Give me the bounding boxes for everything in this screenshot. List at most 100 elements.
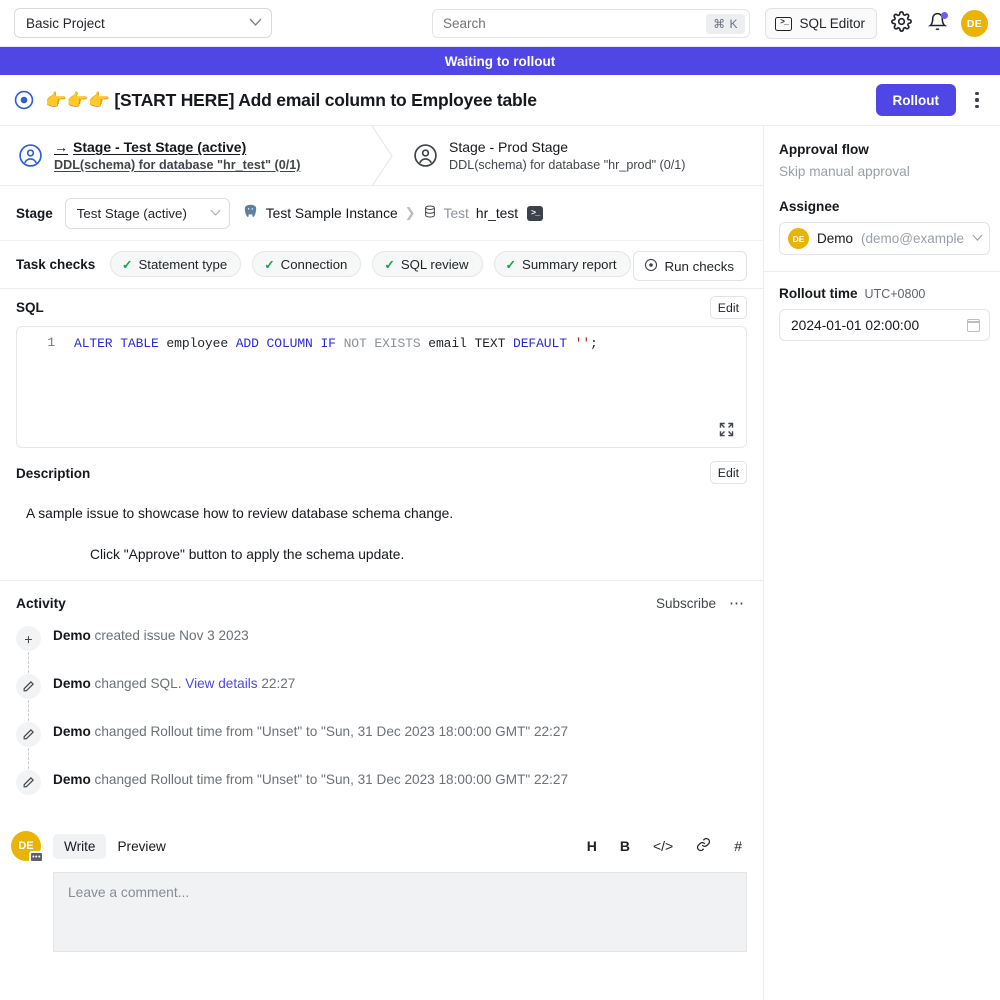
instance-name[interactable]: Test Sample Instance	[266, 206, 398, 221]
search-input[interactable]	[443, 16, 706, 31]
task-check-chip[interactable]: ✓ SQL review	[372, 251, 482, 277]
sql-edit-button[interactable]: Edit	[710, 296, 747, 319]
search-bar[interactable]: ⌘ K	[432, 9, 750, 38]
comment-input[interactable]: Leave a comment...	[53, 872, 747, 952]
task-check-chip[interactable]: ✓ Statement type	[110, 251, 241, 277]
terminal-icon: >_	[775, 17, 792, 31]
stage-step-test-title: Stage - Test Stage (active)	[73, 139, 246, 155]
tab-write[interactable]: Write	[53, 834, 106, 859]
notifications-button[interactable]	[925, 12, 949, 36]
subscribe-button[interactable]: Subscribe	[656, 596, 716, 611]
db-name-label[interactable]: hr_test	[476, 206, 518, 221]
issue-status-icon	[13, 89, 35, 111]
top-bar: Basic Project ⌘ K >_ SQL Editor	[0, 0, 1000, 47]
activity-actor: Demo	[53, 676, 91, 691]
main-column: → Stage - Test Stage (active) DDL(schema…	[0, 126, 764, 1000]
top-bar-actions: >_ SQL Editor	[765, 8, 988, 39]
expand-icon[interactable]	[718, 421, 735, 438]
stage-step-test-line2: DDL(schema) for database "hr_test" (0/1)	[54, 158, 300, 172]
activity-more-icon[interactable]: ⋯	[729, 594, 745, 612]
activity-item: Demo changed SQL. View details 22:27	[16, 673, 747, 721]
details-sidebar: Approval flow Skip manual approval Assig…	[764, 126, 1000, 1000]
task-check-chip[interactable]: ✓ Connection	[252, 251, 361, 277]
activity-detail: changed SQL.	[91, 676, 185, 691]
run-checks-button[interactable]: Run checks	[633, 251, 747, 281]
rollout-time-timezone: UTC+0800	[865, 287, 926, 301]
notification-badge-dot	[941, 12, 948, 19]
more-options-icon[interactable]	[966, 88, 988, 112]
activity-title: Activity	[16, 596, 66, 611]
stage-step-test-text: → Stage - Test Stage (active) DDL(schema…	[54, 139, 300, 172]
run-checks-label: Run checks	[665, 259, 734, 274]
stage-step-test[interactable]: → Stage - Test Stage (active) DDL(schema…	[0, 126, 382, 185]
stage-select[interactable]: Test Stage (active)	[65, 198, 230, 229]
terminal-icon[interactable]: >_	[527, 206, 543, 221]
assignee-select[interactable]: DE Demo (demo@example	[779, 222, 990, 255]
rollout-time-header: Rollout time UTC+0800	[764, 272, 1000, 301]
db-environment-label: Test	[444, 206, 469, 221]
stage-label: Stage	[16, 206, 53, 221]
arrow-right-icon: →	[54, 139, 68, 155]
sql-editor-button[interactable]: >_ SQL Editor	[765, 8, 877, 39]
sql-section-header: SQL Edit	[0, 289, 763, 326]
approval-flow-label: Approval flow	[779, 142, 990, 157]
task-checks-chips: ✓ Statement type ✓ Connection ✓ SQL revi…	[110, 251, 631, 277]
comment-composer: DE ••• Write Preview H B </>	[0, 817, 763, 952]
gear-icon	[891, 11, 912, 37]
sql-token: email TEXT	[428, 336, 513, 351]
rollout-time-input[interactable]: 2024-01-01 02:00:00	[779, 309, 990, 341]
instance-breadcrumb: Test Sample Instance ❯ Test hr_test >_	[242, 203, 543, 223]
rollout-button[interactable]: Rollout	[876, 84, 957, 116]
sql-code-block[interactable]: 1 ALTER TABLE employee ADD COLUMN IF NOT…	[16, 326, 747, 448]
description-paragraph: A sample issue to showcase how to review…	[26, 506, 747, 521]
pencil-icon	[16, 770, 41, 795]
stage-step-prod-line2: DDL(schema) for database "hr_prod" (0/1)	[449, 158, 685, 172]
code-icon[interactable]: </>	[653, 838, 673, 854]
sql-token: ALTER TABLE	[74, 336, 166, 351]
activity-detail: created issue Nov 3 2023	[91, 628, 249, 643]
bold-icon[interactable]: B	[620, 838, 630, 854]
body: → Stage - Test Stage (active) DDL(schema…	[0, 126, 1000, 1000]
app-root: Basic Project ⌘ K >_ SQL Editor	[0, 0, 1000, 1000]
project-selector[interactable]: Basic Project	[14, 8, 272, 38]
tab-preview[interactable]: Preview	[106, 834, 176, 859]
search-shortcut-badge: ⌘ K	[706, 14, 745, 34]
project-selector-label: Basic Project	[26, 16, 105, 31]
stage-step-prod[interactable]: Stage - Prod Stage DDL(schema) for datab…	[382, 126, 763, 185]
assignee-name: Demo	[817, 231, 853, 246]
line-number: 1	[17, 336, 55, 351]
activity-list: + Demo created issue Nov 3 2023 Demo cha	[0, 625, 763, 817]
view-details-link[interactable]: View details	[185, 676, 257, 691]
task-check-chip[interactable]: ✓ Summary report	[494, 251, 631, 277]
activity-actor: Demo	[53, 628, 91, 643]
plus-icon: +	[16, 626, 41, 651]
stage-selector-row: Stage Test Stage (active) Test Sample In	[0, 186, 763, 241]
activity-text: Demo changed Rollout time from "Unset" t…	[53, 721, 568, 739]
activity-item: Demo changed Rollout time from "Unset" t…	[16, 721, 747, 769]
rollout-time-label: Rollout time	[779, 286, 858, 301]
comment-main: Write Preview H B </>	[53, 831, 747, 952]
assignee-label: Assignee	[779, 199, 990, 214]
hash-icon[interactable]: #	[734, 838, 742, 854]
heading-icon[interactable]: H	[587, 838, 597, 854]
issue-header: 👉👉👉 [START HERE] Add email column to Emp…	[0, 75, 1000, 126]
comment-toolbar: H B </> #	[587, 837, 742, 855]
stage-stepper: → Stage - Test Stage (active) DDL(schema…	[0, 126, 763, 186]
stage-step-prod-line1: Stage - Prod Stage	[449, 139, 685, 155]
link-icon[interactable]	[696, 837, 711, 855]
settings-button[interactable]	[889, 12, 913, 36]
activity-text: Demo changed Rollout time from "Unset" t…	[53, 769, 568, 787]
sql-token: employee	[166, 336, 235, 351]
check-icon: ✓	[122, 257, 132, 272]
description-edit-button[interactable]: Edit	[710, 461, 747, 484]
task-checks-section: Task checks ✓ Statement type ✓ Connectio…	[0, 241, 763, 289]
stage-step-prod-title: Stage - Prod Stage	[449, 139, 568, 155]
description-paragraph: Click "Approve" button to apply the sche…	[26, 547, 747, 562]
stage-select-value: Test Stage (active)	[77, 206, 187, 221]
postgres-icon	[242, 203, 259, 223]
comment-tabs: Write Preview H B </>	[53, 831, 747, 861]
pencil-icon	[16, 722, 41, 747]
description-section-title: Description	[16, 466, 90, 481]
user-avatar[interactable]: DE	[961, 10, 988, 37]
sql-token: NOT EXISTS	[344, 336, 429, 351]
